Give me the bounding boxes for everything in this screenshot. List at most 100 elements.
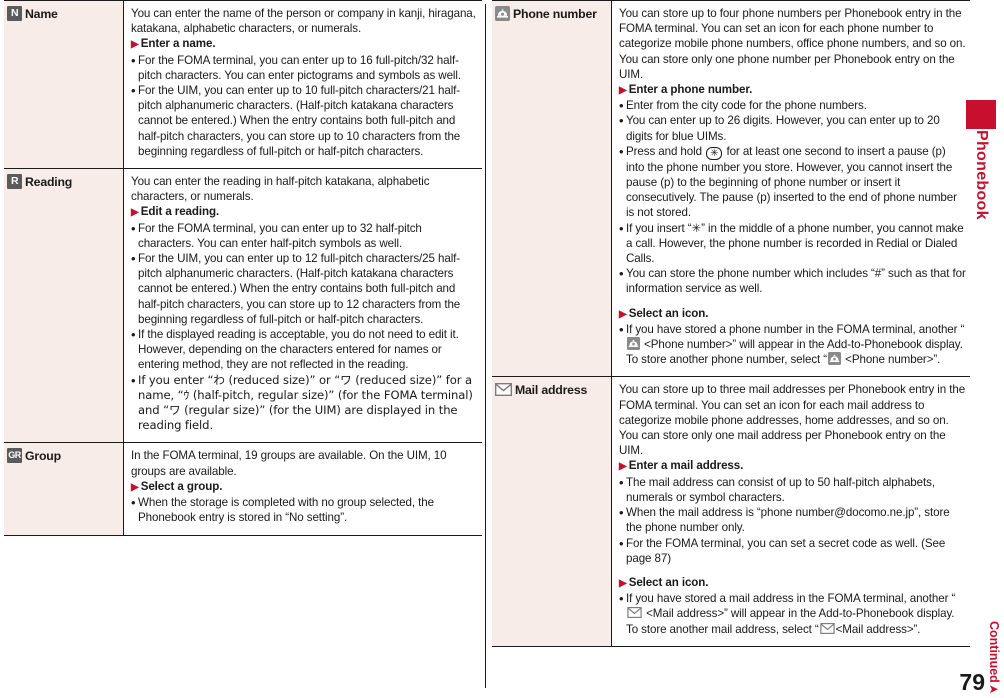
bullet-dot-icon: • bbox=[131, 83, 136, 99]
phone-handset-icon bbox=[828, 352, 842, 366]
row-label: Phone number bbox=[513, 7, 597, 21]
asterisk-key-icon: ✳ bbox=[706, 146, 723, 160]
paragraph: In the FOMA terminal, 19 groups are avai… bbox=[131, 449, 447, 478]
bullet-dot-icon: • bbox=[619, 220, 624, 236]
step-heading: ▶ Enter a mail address. bbox=[619, 458, 966, 474]
step-label: Edit a reading. bbox=[140, 205, 220, 219]
continued-label: Continued bbox=[987, 621, 1001, 683]
bullet-dot-icon: • bbox=[131, 220, 136, 236]
paragraph: You can store up to four phone numbers p… bbox=[619, 7, 966, 81]
table-row: Phone number You can store up to four ph… bbox=[492, 0, 970, 377]
triangle-bullet-icon: ▶ bbox=[619, 577, 627, 589]
page-footer: 79 Continued ➤ bbox=[959, 621, 1001, 696]
bullet-dot-icon: • bbox=[131, 495, 136, 511]
bullet-item: • For the FOMA terminal, you can set a se… bbox=[619, 535, 946, 565]
row-label-cell: N Name bbox=[4, 0, 124, 169]
paragraph: You can enter the reading in half-pitch … bbox=[131, 175, 430, 204]
row-label: Name bbox=[25, 7, 58, 21]
step-label: Select an icon. bbox=[628, 575, 709, 589]
row-label: Group bbox=[25, 449, 61, 464]
bullet-dot-icon: • bbox=[619, 474, 624, 490]
envelope-icon bbox=[627, 607, 642, 619]
bullet-item: • For the UIM, you can enter up to 12 ful… bbox=[131, 251, 461, 326]
bullet-item: • You can enter up to 26 digits. However,… bbox=[619, 113, 940, 143]
page-number: 79 bbox=[959, 669, 985, 695]
bullet-dot-icon: • bbox=[619, 113, 624, 129]
bullet-dot-icon: • bbox=[131, 251, 136, 267]
continued-marker: Continued ➤ bbox=[987, 621, 1001, 696]
bullet-item: • When the storage is completed with no g… bbox=[131, 495, 434, 525]
side-tab-color-block bbox=[966, 100, 996, 129]
table-row: N Name You can enter the name of the per… bbox=[4, 0, 482, 169]
arrow-right-icon: ➤ bbox=[988, 682, 999, 696]
step-label: Select an icon. bbox=[628, 306, 709, 320]
bullet-item: • For the UIM, you can enter up to 10 ful… bbox=[131, 83, 461, 158]
table-row: R Reading You can enter the reading in h… bbox=[4, 168, 482, 443]
triangle-bullet-icon: ▶ bbox=[131, 207, 139, 219]
bullet-dot-icon: • bbox=[131, 372, 136, 388]
bullet-item: • Enter from the city code for the phone … bbox=[619, 98, 867, 114]
bullet-item: • If the displayed reading is acceptable,… bbox=[131, 327, 459, 372]
row-label-cell: GR Group bbox=[4, 442, 124, 536]
bullet-dot-icon: • bbox=[619, 321, 624, 337]
step-label: Enter a phone number. bbox=[628, 83, 753, 97]
row-label: Reading bbox=[25, 175, 73, 190]
phone-handset-icon bbox=[495, 6, 510, 21]
letter-r-badge: R bbox=[7, 174, 22, 190]
column-divider bbox=[485, 4, 486, 688]
row-label: Mail address bbox=[515, 383, 588, 398]
letter-n-badge: N bbox=[7, 6, 22, 21]
triangle-bullet-icon: ▶ bbox=[131, 481, 139, 493]
bullet-dot-icon: • bbox=[619, 266, 624, 282]
bullet-dot-icon: • bbox=[619, 143, 624, 159]
letters-gr-badge: GR bbox=[7, 448, 22, 464]
bullet-item: • For the FOMA terminal, you can enter up… bbox=[131, 220, 422, 250]
paragraph: You can enter the name of the person or … bbox=[131, 7, 476, 36]
step-heading: ▶ Select an icon. bbox=[619, 575, 966, 591]
manual-page: N Name You can enter the name of the per… bbox=[0, 0, 1004, 698]
envelope-icon bbox=[495, 383, 512, 397]
left-column: N Name You can enter the name of the per… bbox=[4, 0, 482, 536]
step-heading: ▶ Enter a phone number. bbox=[619, 82, 966, 98]
left-spec-table: N Name You can enter the name of the per… bbox=[4, 0, 482, 536]
bullet-item: • If you insert “✳” in the middle of a ph… bbox=[619, 220, 964, 266]
bullet-dot-icon: • bbox=[619, 591, 624, 607]
row-body-cell: You can enter the name of the person or … bbox=[123, 0, 482, 169]
bullet-item-with-icons: • If you have stored a phone number in th… bbox=[619, 321, 965, 367]
bullet-item: • If you enter “わ (reduced size)” or “ワ (… bbox=[131, 372, 473, 433]
bullet-item: • You can store the phone number which in… bbox=[619, 266, 966, 296]
bullet-dot-icon: • bbox=[131, 52, 136, 68]
paragraph: You can store up to three mail addresses… bbox=[619, 383, 966, 458]
right-column: Phone number You can store up to four ph… bbox=[492, 0, 970, 647]
bullet-item-with-keycap: • Press and hold ✳ for at least one secon… bbox=[619, 143, 957, 220]
row-label-cell: Mail address bbox=[492, 376, 612, 647]
bullet-item: • The mail address can consist of up to 5… bbox=[619, 474, 935, 504]
phone-handset-icon bbox=[627, 337, 640, 351]
row-body-cell: You can store up to three mail addresses… bbox=[611, 376, 970, 647]
bullet-dot-icon: • bbox=[619, 505, 624, 521]
row-body-cell: You can enter the reading in half-pitch … bbox=[123, 168, 482, 443]
step-heading: ▶ Enter a name. bbox=[131, 36, 478, 52]
step-heading: ▶ Select a group. bbox=[131, 479, 478, 495]
bullet-dot-icon: • bbox=[619, 98, 624, 114]
bullet-item: • When the mail address is “phone number@… bbox=[619, 505, 950, 535]
triangle-bullet-icon: ▶ bbox=[619, 461, 627, 473]
triangle-bullet-icon: ▶ bbox=[619, 308, 627, 320]
row-body-cell: In the FOMA terminal, 19 groups are avai… bbox=[123, 442, 482, 536]
triangle-bullet-icon: ▶ bbox=[131, 39, 139, 51]
row-label-cell: Phone number bbox=[492, 0, 612, 377]
side-chapter-tab: Phonebook bbox=[966, 100, 996, 220]
bullet-item-with-icons: • If you have stored a mail address in th… bbox=[619, 591, 956, 636]
step-label: Enter a name. bbox=[140, 37, 216, 51]
right-spec-table: Phone number You can store up to four ph… bbox=[492, 0, 970, 647]
table-row: Mail address You can store up to three m… bbox=[492, 376, 970, 647]
step-heading: ▶ Select an icon. bbox=[619, 306, 966, 322]
row-body-cell: You can store up to four phone numbers p… bbox=[611, 0, 970, 377]
side-tab-label: Phonebook bbox=[973, 130, 990, 220]
step-heading: ▶ Edit a reading. bbox=[131, 204, 478, 220]
table-row: GR Group In the FOMA terminal, 19 groups… bbox=[4, 442, 482, 536]
step-label: Enter a mail address. bbox=[628, 459, 744, 473]
row-label-cell: R Reading bbox=[4, 168, 124, 443]
envelope-icon bbox=[819, 622, 835, 634]
triangle-bullet-icon: ▶ bbox=[619, 85, 627, 97]
